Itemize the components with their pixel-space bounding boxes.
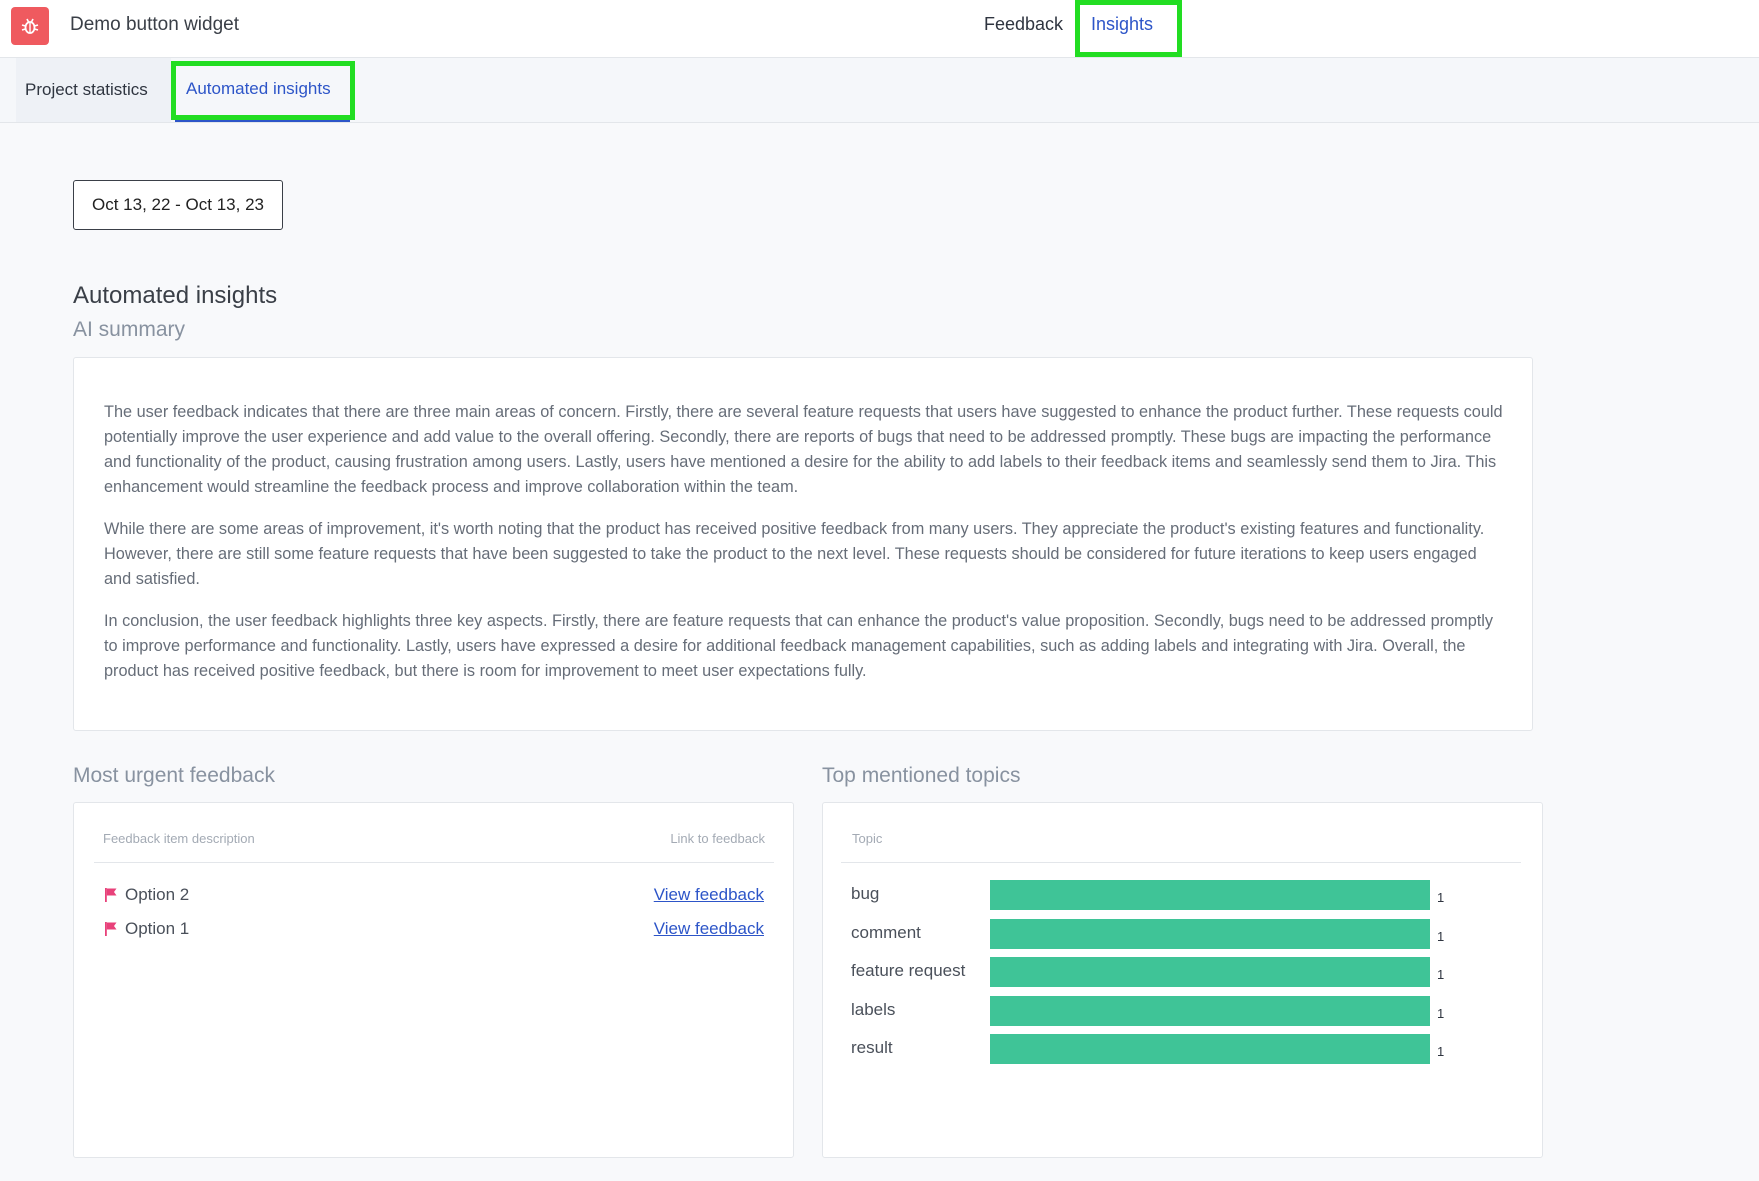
topic-bar [990, 918, 1430, 949]
header-divider [841, 862, 1521, 863]
topic-row: bug 1 [851, 880, 1491, 910]
topic-count-label: 1 [1437, 967, 1445, 982]
topic-count-label: 1 [1437, 1005, 1445, 1021]
urgent-feedback-card: Feedback item description Link to feedba… [73, 802, 794, 1158]
top-topics-card: Topic bug 1 comment 1 feature request 1 labels… [822, 802, 1543, 1158]
flag-icon [105, 888, 117, 902]
top-bar: Demo button widget Feedback Insights [0, 0, 1759, 58]
topic-bar [990, 957, 1430, 987]
topic-label: comment [851, 922, 921, 942]
ai-summary-card: The user feedback indicates that there a… [73, 357, 1533, 731]
app-title: Demo button widget [70, 14, 239, 35]
topic-count-label: 1 [1437, 890, 1445, 905]
nav-feedback[interactable]: Feedback [984, 14, 1063, 35]
topic-label: result [851, 1038, 893, 1057]
col-header-topic: Topic [852, 831, 883, 846]
topic-count-label: 1 [1437, 1044, 1445, 1059]
feedback-item-label: Option 2 [125, 885, 190, 904]
section-subtitle: AI summary [73, 318, 186, 341]
tab-automated-insights[interactable]: Automated insights [175, 58, 350, 122]
topic-bar [990, 1034, 1430, 1064]
topic-label: labels [851, 999, 896, 1019]
view-feedback-link[interactable]: View feedback [654, 919, 764, 939]
topic-bar [990, 880, 1430, 910]
tab-project-statistics[interactable]: Project statistics [16, 58, 171, 122]
topic-label: feature request [851, 961, 966, 980]
bug-logo-icon[interactable] [11, 7, 49, 45]
flag-icon [105, 922, 117, 936]
list-item: Option 2 View feedback [104, 880, 764, 910]
topic-bar [990, 995, 1430, 1026]
nav-insights[interactable]: Insights [1091, 14, 1153, 35]
header-divider [94, 862, 774, 863]
topic-label: bug [851, 884, 880, 903]
view-feedback-link[interactable]: View feedback [654, 885, 764, 905]
list-item: Option 1 View feedback [104, 914, 764, 944]
urgent-feedback-title: Most urgent feedback [73, 764, 275, 787]
section-title: Automated insights [73, 282, 278, 309]
summary-paragraph: While there are some areas of improvemen… [104, 520, 1485, 588]
feedback-item-label: Option 1 [125, 919, 190, 938]
topic-row: result 1 [851, 1034, 1491, 1064]
topic-row: feature request 1 [851, 957, 1491, 987]
topic-row: labels 1 [851, 995, 1491, 1026]
col-header-description: Feedback item description [103, 831, 255, 846]
topic-row: comment 1 [851, 918, 1491, 949]
sub-tab-bar: Project statistics Automated insights [0, 58, 1759, 123]
top-topics-title: Top mentioned topics [822, 764, 1021, 787]
col-header-link: Link to feedback [670, 831, 765, 846]
summary-paragraph: In conclusion, the user feedback highlig… [104, 612, 1494, 680]
bug-icon [21, 18, 39, 34]
summary-paragraph: The user feedback indicates that there a… [104, 403, 1503, 496]
date-range-picker[interactable]: Oct 13, 22 - Oct 13, 23 [73, 180, 283, 230]
topic-count-label: 1 [1437, 928, 1445, 944]
